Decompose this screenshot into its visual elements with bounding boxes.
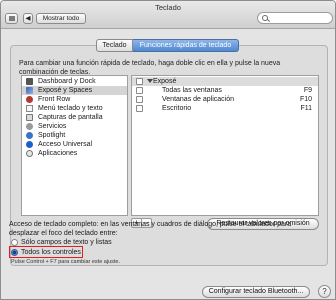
shortcut-checkbox[interactable]: [136, 105, 143, 112]
dashboard-icon: [26, 78, 33, 85]
category-item-front-row[interactable]: Front Row: [22, 95, 127, 104]
title-bar: Teclado ◀ Mostrar todo: [1, 1, 335, 29]
shortcut-label: Escritorio: [162, 105, 192, 112]
category-label: Servicios: [38, 123, 67, 130]
magnifier-icon: [262, 15, 268, 21]
tab-keyboard[interactable]: Teclado: [96, 39, 133, 52]
category-item-dashboard[interactable]: Dashboard y Dock: [22, 77, 127, 86]
category-item-applications[interactable]: Aplicaciones: [22, 149, 127, 158]
category-label: Spotlight: [38, 132, 66, 139]
camera-icon: [26, 114, 33, 121]
highlight-annotation: [9, 246, 83, 258]
shortcut-group-label: Exposé: [153, 78, 177, 85]
setup-bluetooth-keyboard-button[interactable]: Configurar teclado Bluetooth...: [202, 286, 310, 298]
category-item-spotlight[interactable]: Spotlight: [22, 131, 127, 140]
category-item-screenshots[interactable]: Capturas de pantalla: [22, 113, 127, 122]
category-label: Front Row: [38, 96, 71, 103]
shortcut-row[interactable]: Escritorio F11: [132, 104, 318, 113]
category-label: Menú teclado y texto: [38, 105, 103, 112]
front-row-icon: [26, 96, 33, 103]
applications-icon: [26, 150, 33, 157]
search-input[interactable]: [257, 12, 333, 24]
category-label: Acceso Universal: [38, 141, 93, 148]
category-label: Aplicaciones: [38, 150, 78, 157]
category-label: Exposé y Spaces: [38, 87, 93, 94]
grid-icon: [9, 16, 15, 21]
category-item-universal-access[interactable]: Acceso Universal: [22, 140, 127, 149]
back-button[interactable]: ◀: [23, 13, 33, 24]
category-item-expose[interactable]: Exposé y Spaces: [22, 86, 127, 95]
category-list[interactable]: Dashboard y Dock Exposé y Spaces Front R…: [21, 75, 128, 216]
show-all-button[interactable]: Mostrar todo: [36, 13, 86, 24]
shortcut-label: Ventanas de aplicación: [162, 96, 234, 103]
radio-button[interactable]: [11, 239, 18, 246]
shortcut-label: Todas las ventanas: [162, 87, 222, 94]
category-label: Capturas de pantalla: [38, 114, 103, 121]
tab-bar: Teclado Funciones rápidas de teclado: [96, 39, 239, 52]
group-checkbox[interactable]: [136, 78, 143, 85]
content-area: Teclado Funciones rápidas de teclado Par…: [1, 30, 335, 299]
shortcut-key[interactable]: F10: [300, 95, 312, 104]
window-title: Teclado: [155, 3, 181, 12]
shortcut-list[interactable]: Exposé Todas las ventanas F9 Ventanas de…: [131, 75, 319, 216]
tab-keyboard-shortcuts[interactable]: Funciones rápidas de teclado: [133, 39, 239, 52]
shortcut-key[interactable]: F11: [300, 104, 312, 113]
shortcut-checkbox[interactable]: [136, 96, 143, 103]
category-item-services[interactable]: Servicios: [22, 122, 127, 131]
shortcut-row[interactable]: Todas las ventanas F9: [132, 86, 318, 95]
help-button[interactable]: ?: [318, 285, 331, 298]
category-label: Dashboard y Dock: [38, 78, 96, 85]
accessibility-icon: [26, 141, 33, 148]
gear-icon: [26, 123, 33, 130]
keyboard-preferences-window: Teclado ◀ Mostrar todo Teclado Funciones…: [0, 0, 336, 300]
full-keyboard-access-description: Acceso de teclado completo: en las venta…: [9, 221, 292, 237]
shortcut-row[interactable]: Ventanas de aplicación F10: [132, 95, 318, 104]
menu-icon: [26, 105, 33, 112]
category-item-menu[interactable]: Menú teclado y texto: [22, 104, 127, 113]
keyboard-access-hint: Pulse Control + F7 para cambiar este aju…: [11, 259, 120, 265]
show-all-grid-button[interactable]: [5, 13, 18, 24]
shortcut-group-row[interactable]: Exposé: [132, 77, 318, 86]
shortcut-key[interactable]: F9: [304, 86, 312, 95]
shortcut-checkbox[interactable]: [136, 87, 143, 94]
expose-icon: [26, 87, 33, 94]
spotlight-icon: [26, 132, 33, 139]
